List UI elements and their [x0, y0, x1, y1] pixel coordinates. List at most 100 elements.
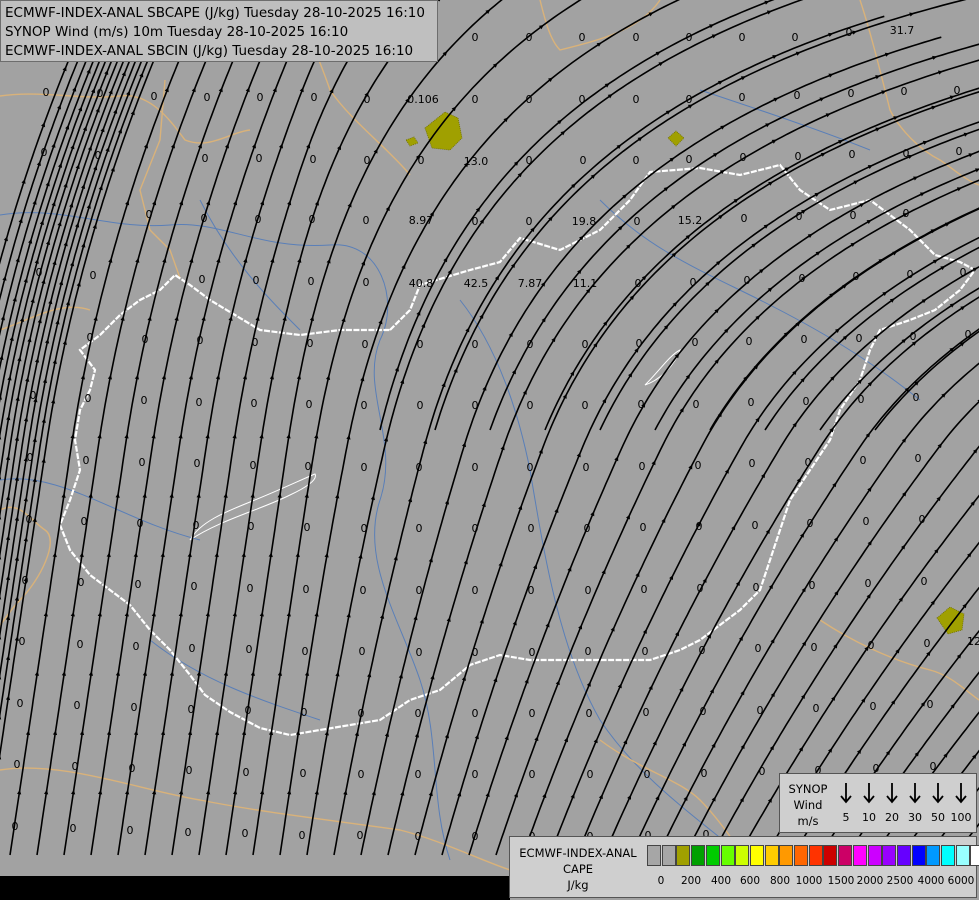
grid-value: 0 [529, 646, 536, 659]
grid-value: 0 [146, 208, 153, 221]
grid-value: 0 [311, 91, 318, 104]
grid-value: 0 [640, 521, 647, 534]
grid-value: 0 [133, 640, 140, 653]
grid-value: 0 [813, 702, 820, 715]
grid-value: 0 [924, 637, 931, 650]
grid-value: 0 [81, 515, 88, 528]
grid-value: 0 [360, 584, 367, 597]
grid-value: 0 [903, 147, 910, 160]
cape-swatch [823, 845, 838, 866]
grid-value: 0 [639, 460, 646, 473]
cape-legend: ECMWF-INDEX-ANAL CAPE J/kg 0 200 400 600 800… [509, 836, 979, 898]
grid-value: 0 [246, 643, 253, 656]
grid-value: 0 [358, 768, 365, 781]
grid-value: 0 [965, 328, 972, 341]
grid-value: 0 [701, 767, 708, 780]
grid-value: 0 [755, 642, 762, 655]
grid-value: 0 [14, 758, 21, 771]
grid-value: 0 [636, 337, 643, 350]
grid-value: 0 [850, 209, 857, 222]
grid-value: 0 [803, 395, 810, 408]
grid-value: 0 [472, 399, 479, 412]
grid-value: 0 [526, 215, 533, 228]
title-cape: ECMWF-INDEX-ANAL SBCAPE (J/kg) Tuesday 2… [5, 5, 425, 21]
cape-swatch [911, 845, 926, 866]
grid-value: 0 [85, 392, 92, 405]
grid-value: 0 [638, 398, 645, 411]
cape-tick-label: 400 [710, 875, 732, 887]
grid-value: 0 [526, 154, 533, 167]
grid-value: 0 [197, 334, 204, 347]
grid-value: 0 [17, 697, 24, 710]
wind-arrow-icon [932, 783, 944, 804]
grid-value: 0 [306, 398, 313, 411]
grid-value: 0 [700, 705, 707, 718]
grid-value: 0 [528, 584, 535, 597]
grid-value: 0 [910, 330, 917, 343]
grid-value: 0 [695, 459, 702, 472]
wind-speed-label: 30 [908, 811, 922, 824]
grid-value: 0 [697, 582, 704, 595]
grid-value: 0 [960, 266, 967, 279]
grid-value: 0 [749, 457, 756, 470]
grid-value: 0 [583, 461, 590, 474]
grid-value: 0 [865, 577, 872, 590]
grid-value: 0 [634, 215, 641, 228]
title-cin: ECMWF-INDEX-ANAL SBCIN (J/kg) Tuesday 28… [5, 43, 414, 59]
grid-value: 0 [185, 826, 192, 839]
grid-value: 0 [921, 575, 928, 588]
grid-value: 0 [472, 522, 479, 535]
cape-swatch [676, 845, 691, 866]
cape-swatch [691, 845, 706, 866]
grid-value: 0 [692, 336, 699, 349]
grid-value: 8.97 [409, 214, 434, 227]
grid-value: 0 [863, 515, 870, 528]
grid-value: 0 [868, 639, 875, 652]
cape-swatch [882, 845, 897, 866]
grid-value: 0 [642, 645, 649, 658]
cape-tick-label: 6000 [947, 875, 975, 887]
cape-swatch [867, 845, 882, 866]
grid-value: 0 [248, 520, 255, 533]
grid-value: 0 [362, 338, 369, 351]
grid-value: 12 [967, 635, 979, 648]
grid-value: 11.1 [573, 277, 598, 290]
weather-map: 0 0 0 0 0 0 0 0 0 0 0 0 0 0 31.7 0 0 0 0 0 0 0 0.106 0 0 0 0 0 0 0 0 0 0… [0, 0, 979, 900]
grid-value: 0 [137, 517, 144, 530]
grid-value: 0 [257, 91, 264, 104]
grid-value: 0 [70, 822, 77, 835]
grid-value: 0 [129, 762, 136, 775]
wind-legend: SYNOP Wind m/s 5 10 20 30 50 100 [779, 773, 977, 833]
grid-value: 0 [741, 212, 748, 225]
grid-value: 0 [87, 331, 94, 344]
grid-value: 0 [527, 399, 534, 412]
grid-value: 0 [801, 333, 808, 346]
grid-value: 0 [142, 333, 149, 346]
grid-value: 0 [300, 767, 307, 780]
grid-value: 0 [251, 397, 258, 410]
cape-tick-label: 2500 [886, 875, 914, 887]
grid-value: 0 [97, 87, 104, 100]
grid-value: 0 [27, 451, 34, 464]
grid-value: 0 [151, 90, 158, 103]
grid-value: 0 [757, 704, 764, 717]
grid-value: 0 [196, 396, 203, 409]
grid-value: 0 [361, 461, 368, 474]
grid-value: 0 [907, 268, 914, 281]
grid-value: 0 [846, 26, 853, 39]
wind-legend-title1: SYNOP [788, 782, 828, 796]
grid-value: 0 [245, 704, 252, 717]
grid-value: 0 [579, 31, 586, 44]
cape-tick-label: 2000 [856, 875, 884, 887]
grid-value: 0 [744, 274, 751, 287]
grid-value: 0 [247, 582, 254, 595]
grid-value: 31.7 [890, 24, 915, 37]
grid-value: 0 [644, 768, 651, 781]
grid-value: 0 [915, 452, 922, 465]
grid-value: 0 [416, 522, 423, 535]
grid-value: 0 [309, 213, 316, 226]
grid-value: 0 [22, 574, 29, 587]
grid-value: 0 [193, 519, 200, 532]
grid-value: 0 [256, 152, 263, 165]
grid-value: 0 [43, 86, 50, 99]
